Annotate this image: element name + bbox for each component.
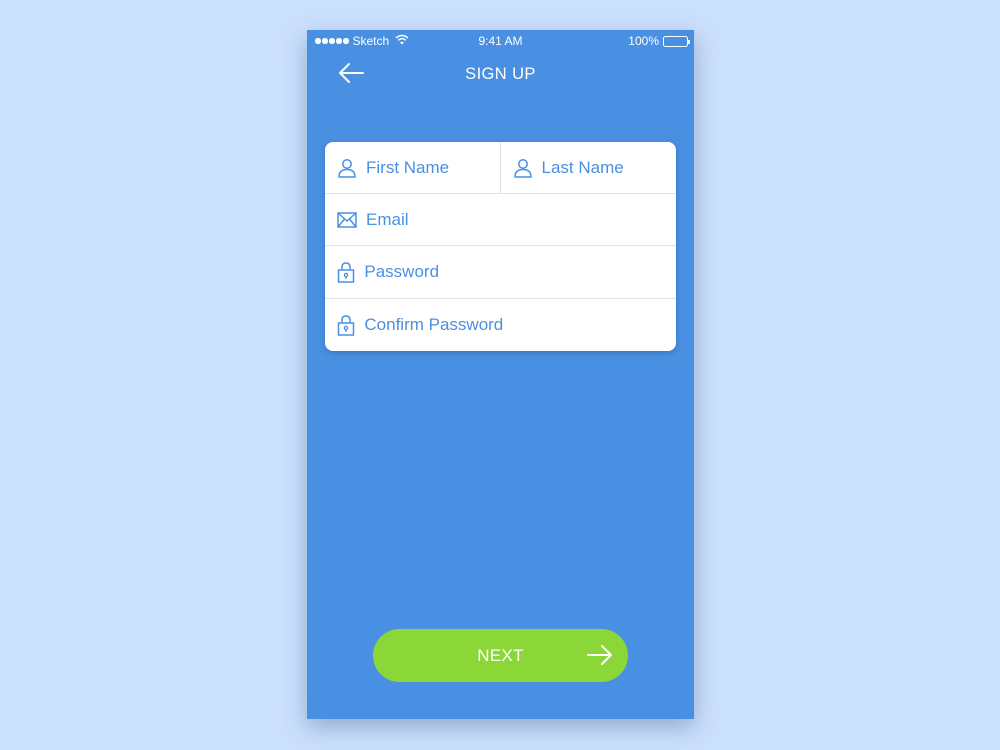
- last-name-input[interactable]: [541, 142, 676, 193]
- email-row: [325, 194, 676, 246]
- confirm-password-field[interactable]: [325, 299, 676, 351]
- user-icon: [337, 158, 357, 178]
- user-icon: [513, 158, 533, 178]
- first-name-input[interactable]: [366, 142, 500, 193]
- envelope-icon: [337, 210, 357, 230]
- confirm-password-input[interactable]: [364, 299, 676, 351]
- lock-icon: [337, 315, 355, 336]
- page-title: SIGN UP: [465, 65, 536, 83]
- battery-percentage: 100%: [628, 34, 659, 48]
- status-bar: Sketch 9:41 AM 100%: [307, 30, 694, 52]
- email-field[interactable]: [325, 194, 676, 245]
- nav-bar: SIGN UP: [307, 58, 694, 92]
- name-row: [325, 142, 676, 194]
- signup-form-card: [325, 142, 676, 351]
- next-button[interactable]: NEXT: [373, 629, 628, 682]
- battery-icon: [663, 35, 690, 47]
- arrow-right-icon: [586, 642, 614, 668]
- confirm-password-row: [325, 299, 676, 351]
- password-row: [325, 246, 676, 299]
- password-field[interactable]: [325, 246, 676, 298]
- last-name-field[interactable]: [501, 142, 676, 193]
- next-button-label: NEXT: [477, 645, 524, 665]
- lock-icon: [337, 262, 355, 283]
- first-name-field[interactable]: [325, 142, 501, 193]
- phone-screen: Sketch 9:41 AM 100% SIGN UP First Name L…: [307, 30, 694, 719]
- status-right: 100%: [628, 34, 690, 48]
- email-input[interactable]: [366, 194, 676, 245]
- password-input[interactable]: [364, 246, 676, 298]
